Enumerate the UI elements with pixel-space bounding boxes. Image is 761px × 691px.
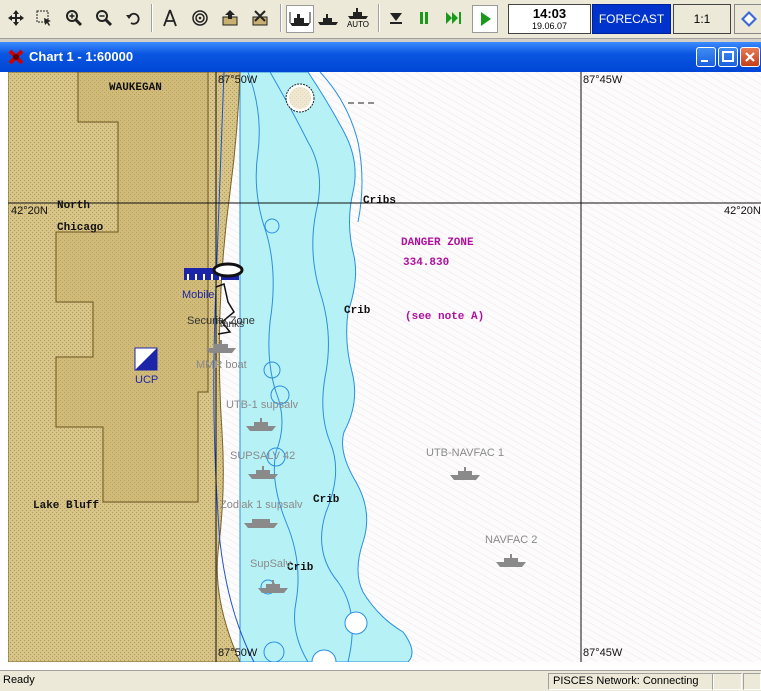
vessel-label[interactable]: Zodiak 1 supsalv (220, 499, 303, 511)
lon-label-top-right: 87°45W (583, 74, 623, 86)
status-panel (712, 673, 742, 690)
vessel-label[interactable]: MMR boat (196, 359, 247, 371)
shoal-fill (289, 87, 311, 109)
scale-button[interactable]: 1:1 (673, 4, 731, 34)
maximize-button[interactable] (718, 47, 738, 67)
status-panel (743, 673, 761, 690)
vessel-label[interactable]: SupSalv (250, 558, 291, 570)
measure-tool-icon[interactable] (158, 5, 182, 31)
forecast-button[interactable]: FORECAST (592, 4, 671, 34)
status-bar: Ready PISCES Network: Connecting (0, 670, 761, 691)
target-icon[interactable] (188, 5, 212, 31)
chart-canvas (8, 72, 761, 662)
ship-icon[interactable] (316, 5, 340, 31)
lon-label-bottom-right: 87°45W (583, 647, 623, 659)
minimize-icon (701, 60, 708, 62)
place-waukegan: WAUKEGAN (109, 82, 162, 94)
crib-label: Crib (313, 494, 340, 506)
lon-label-top-left: 87°50W (218, 74, 258, 86)
lat-label-right: 42°20N (724, 205, 761, 217)
crib-label: Cribs (363, 195, 397, 207)
minimize-button[interactable] (696, 47, 716, 67)
network-status: PISCES Network: Connecting (548, 673, 714, 690)
select-tool-icon[interactable] (32, 5, 56, 31)
export-icon[interactable] (218, 5, 242, 31)
place-north: North (57, 200, 91, 212)
vessel-label[interactable]: UTB-NAVFAC 1 (426, 447, 504, 459)
network-icon[interactable] (734, 4, 761, 34)
nautical-chart[interactable]: 87°50W 87°45W 87°50W 87°45W 42°20N 42°20… (8, 72, 761, 662)
fast-forward-icon[interactable] (442, 5, 466, 31)
vessel-label[interactable]: NAVFAC 2 (485, 534, 537, 546)
ucp-label: UCP (135, 374, 159, 386)
chart-window-titlebar[interactable]: Chart 1 - 1:60000 (0, 42, 761, 72)
undo-view-icon[interactable] (122, 5, 146, 31)
zoom-in-icon[interactable] (62, 5, 86, 31)
close-button[interactable] (740, 47, 760, 67)
contour-ring (344, 611, 368, 635)
chart-window-title: Chart 1 - 1:60000 (29, 49, 134, 64)
crib-label: Crib (344, 305, 371, 317)
ship-view-icon[interactable] (286, 5, 314, 33)
main-toolbar: AUTO 14:03 19.06.07 FORECAST 1:1 (0, 0, 761, 39)
lat-label-left: 42°20N (11, 205, 48, 217)
tanks-label: Tanks (218, 319, 245, 330)
clock-time: 14:03 (532, 6, 567, 21)
play-icon[interactable] (472, 5, 498, 33)
place-chicago: Chicago (57, 222, 104, 234)
pause-icon[interactable] (412, 5, 436, 31)
stop-down-icon[interactable] (384, 5, 408, 31)
maximize-icon (722, 51, 734, 62)
chart-app-icon (8, 49, 24, 68)
auto-mode-icon[interactable]: AUTO (344, 5, 372, 31)
pan-tool-icon[interactable] (4, 5, 28, 31)
clock-display: 14:03 19.06.07 (508, 4, 591, 34)
vessel-label[interactable]: UTB-1 supsalv (226, 399, 298, 411)
place-lake-bluff: Lake Bluff (33, 500, 100, 512)
chart-window: Chart 1 - 1:60000 87°50W 87°45W 87°50W 8… (0, 42, 761, 670)
status-ready: Ready (3, 674, 35, 686)
auto-label: AUTO (346, 20, 370, 29)
danger-zone-note: (see note A) (405, 311, 485, 323)
danger-zone-number: 334.830 (403, 257, 450, 269)
lon-label-bottom-left: 87°50W (218, 647, 258, 659)
vessel-label[interactable]: SUPSALV 42 (230, 450, 295, 462)
clock-date: 19.06.07 (531, 21, 568, 31)
danger-zone-title: DANGER ZONE (401, 237, 474, 249)
zoom-out-icon[interactable] (92, 5, 116, 31)
mobile-label: Mobile (182, 289, 215, 301)
close-icon (745, 52, 755, 62)
import-icon[interactable] (248, 5, 272, 31)
